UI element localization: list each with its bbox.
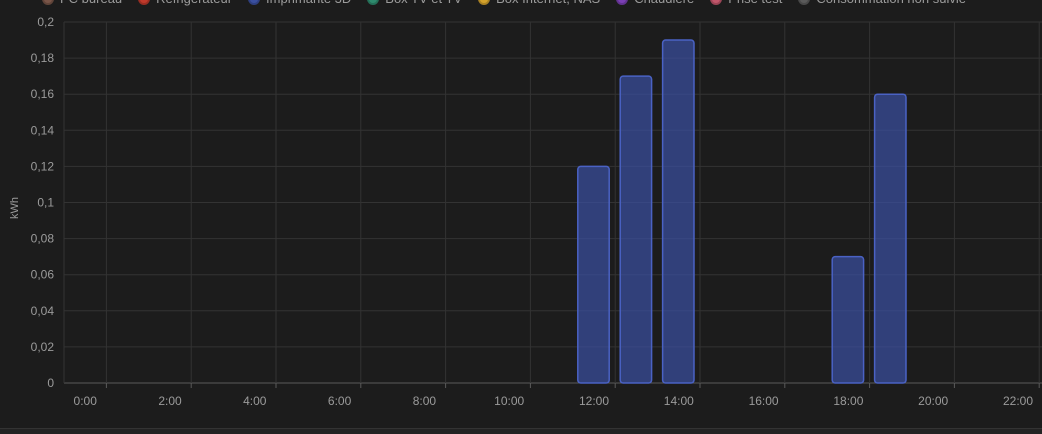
bar-imprimante-3d-18h (831, 255, 865, 384)
y-tick-label: 0,04 (31, 304, 55, 318)
chart-plot: 0 0,02 0,04 0,06 0,08 0,1 0,12 0,14 0,16 0,18 0,2 0… (31, 15, 1042, 408)
y-tick-label: 0,08 (31, 232, 55, 246)
x-tick-label: 14:00 (664, 394, 694, 408)
x-tick-label: 22:00 (1003, 394, 1033, 408)
x-tick-label: 10:00 (494, 394, 524, 408)
y-tick-label: 0,16 (31, 87, 55, 101)
bar-imprimante-3d-13h (619, 75, 653, 384)
bar-imprimante-3d-19h (873, 93, 907, 384)
y-tick-label: 0,1 (37, 196, 54, 210)
x-tick-label: 12:00 (579, 394, 609, 408)
y-tick-label: 0,18 (31, 51, 55, 65)
x-tick-label: 2:00 (158, 394, 182, 408)
bar-imprimante-3d-12h (577, 165, 610, 384)
y-tick-label: 0,02 (31, 340, 55, 354)
x-tick-label: 16:00 (749, 394, 779, 408)
y-tick-label: 0,14 (31, 123, 55, 137)
y-tick-label: 0 (47, 376, 54, 390)
x-tick-label: 0:00 (74, 394, 98, 408)
x-tick-label: 4:00 (243, 394, 267, 408)
bar-imprimante-3d-14h (661, 39, 695, 384)
x-tick-label: 6:00 (328, 394, 352, 408)
bottom-divider (0, 428, 1042, 434)
y-tick-label: 0,12 (31, 159, 55, 173)
x-tick-label: 20:00 (918, 394, 948, 408)
energy-chart: PC bureauRéfrigérateurImprimante 3DBox T… (0, 0, 1042, 434)
y-tick-label: 0,06 (31, 268, 55, 282)
x-tick-label: 8:00 (413, 394, 437, 408)
y-tick-label: 0,2 (37, 15, 54, 29)
x-tick-label: 18:00 (833, 394, 863, 408)
